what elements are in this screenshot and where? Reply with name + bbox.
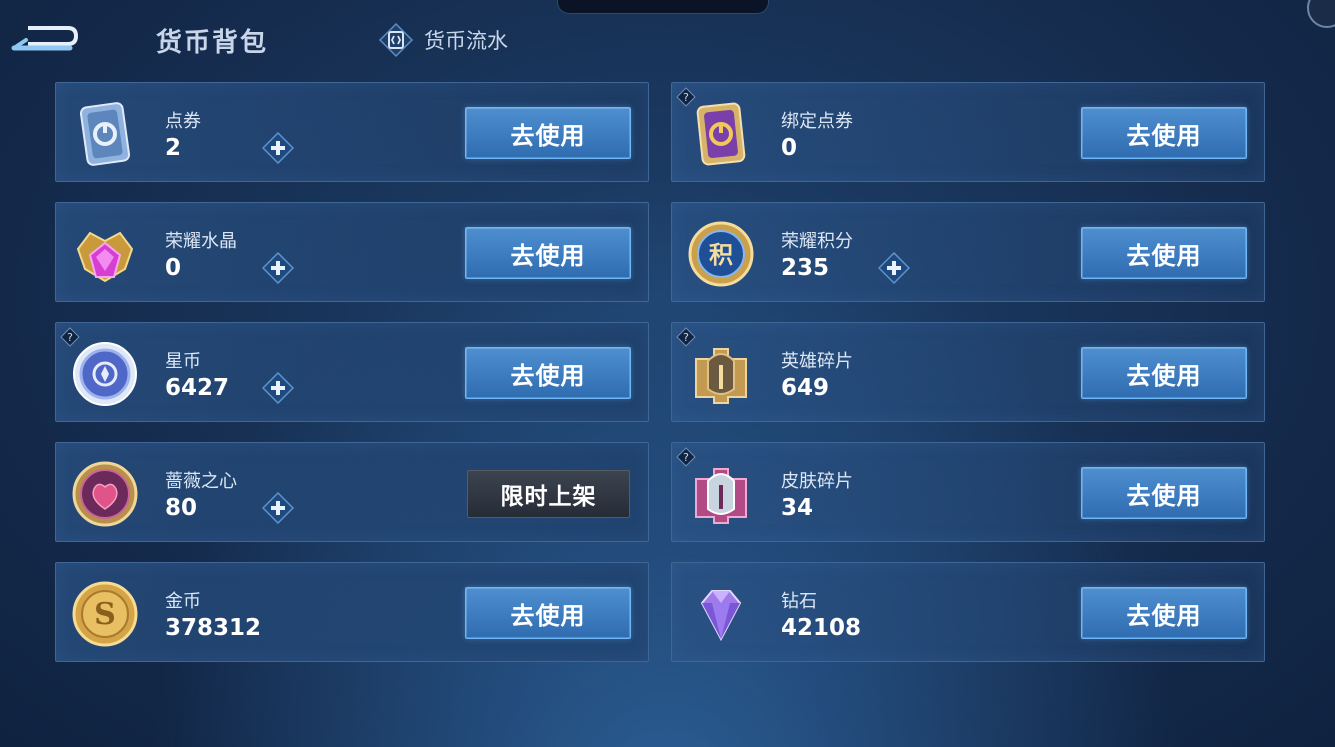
limited-time-button: 限时上架 (467, 470, 630, 518)
add-currency-button[interactable] (261, 491, 295, 525)
back-button[interactable] (10, 20, 80, 56)
currency-name: 点券 (165, 111, 201, 132)
currency-card: 荣耀水晶 0 去使用 (55, 202, 649, 302)
back-arrow-icon (11, 26, 79, 51)
use-button[interactable]: 去使用 (1081, 227, 1247, 279)
use-button[interactable]: 去使用 (1081, 587, 1247, 639)
currency-amount: 649 (781, 375, 830, 401)
svg-text:积: 积 (709, 241, 733, 269)
currency-name: 荣耀积分 (781, 231, 853, 252)
currency-amount: 42108 (781, 615, 862, 641)
corner-button[interactable] (1307, 0, 1335, 28)
glory-points-icon: 积 (686, 219, 756, 289)
add-currency-button[interactable] (261, 251, 295, 285)
currency-name: 皮肤碎片 (781, 471, 853, 492)
glory-crystal-icon (70, 219, 140, 289)
add-currency-button[interactable] (261, 371, 295, 405)
currency-amount: 0 (165, 255, 182, 281)
add-currency-button[interactable] (261, 131, 295, 165)
currency-card: 钻石 42108 去使用 (671, 562, 1265, 662)
currency-name: 星币 (165, 351, 201, 372)
use-button[interactable]: 去使用 (1081, 107, 1247, 159)
currency-card: ? 绑定点券 0 去使用 (671, 82, 1265, 182)
use-button[interactable]: 去使用 (465, 347, 631, 399)
currency-name: 金币 (165, 591, 201, 612)
currency-card: 积 荣耀积分 235 去使用 (671, 202, 1265, 302)
bound-coupon-card-icon (686, 99, 756, 169)
currency-name: 钻石 (781, 591, 817, 612)
currency-amount: 80 (165, 495, 198, 521)
use-button[interactable]: 去使用 (1081, 347, 1247, 399)
currency-card: ? 星币 6427 去使用 (55, 322, 649, 422)
add-currency-button[interactable] (877, 251, 911, 285)
currency-name: 英雄碎片 (781, 351, 853, 372)
top-notch (557, 0, 769, 14)
rose-heart-icon (70, 459, 140, 529)
currency-card: ? 皮肤碎片 34 去使用 (671, 442, 1265, 542)
coupon-card-icon (70, 99, 140, 169)
currency-card: 蔷薇之心 80 限时上架 (55, 442, 649, 542)
currency-amount: 0 (781, 135, 798, 161)
currency-card: ? 英雄碎片 649 去使用 (671, 322, 1265, 422)
flow-tab-label: 货币流水 (424, 29, 508, 53)
gold-coin-icon: S (70, 579, 140, 649)
svg-text:S: S (94, 597, 116, 632)
currency-amount: 235 (781, 255, 830, 281)
use-button[interactable]: 去使用 (465, 587, 631, 639)
currency-amount: 378312 (165, 615, 262, 641)
hero-fragment-icon (686, 339, 756, 409)
currency-amount: 34 (781, 495, 814, 521)
use-button[interactable]: 去使用 (1081, 467, 1247, 519)
tab-currency-flow[interactable]: 货币流水 (378, 21, 508, 59)
diamond-icon (686, 579, 756, 649)
currency-card: S 金币 378312 去使用 (55, 562, 649, 662)
currency-amount: 2 (165, 135, 182, 161)
currency-name: 绑定点券 (781, 111, 853, 132)
currency-amount: 6427 (165, 375, 230, 401)
currency-name: 蔷薇之心 (165, 471, 237, 492)
currency-name: 荣耀水晶 (165, 231, 237, 252)
skin-fragment-icon (686, 459, 756, 529)
use-button[interactable]: 去使用 (465, 227, 631, 279)
currency-card: 点券 2 去使用 (55, 82, 649, 182)
star-coin-icon (70, 339, 140, 409)
use-button[interactable]: 去使用 (465, 107, 631, 159)
flow-record-icon (378, 22, 414, 58)
page-title: 货币背包 (156, 28, 269, 58)
